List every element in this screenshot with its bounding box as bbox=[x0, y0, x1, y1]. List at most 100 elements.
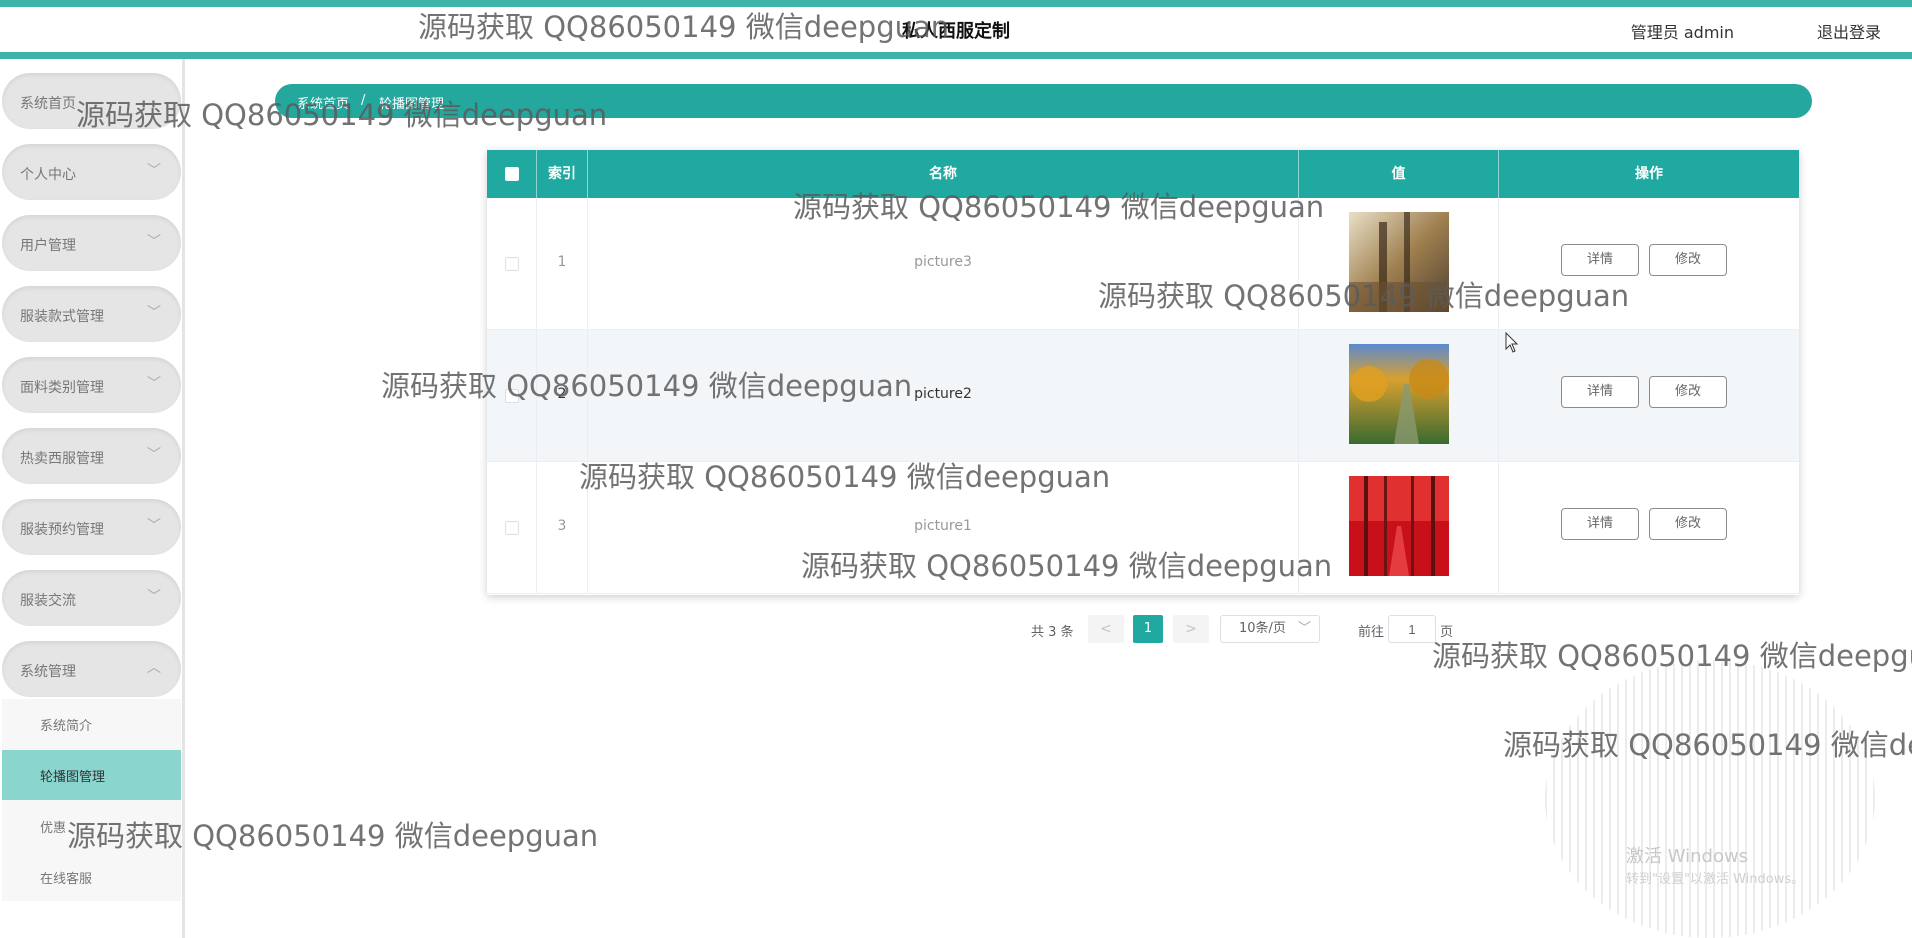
table-row: 1 picture3 详情 修改 bbox=[487, 198, 1799, 330]
header-accent-strip bbox=[0, 52, 1912, 59]
sidebar-item-fabric-management[interactable]: 面料类别管理 ﹀ bbox=[2, 357, 181, 413]
detail-button[interactable]: 详情 bbox=[1561, 376, 1639, 408]
value-cell bbox=[1299, 198, 1499, 330]
row-checkbox[interactable] bbox=[505, 389, 519, 403]
sidebar-item-system-management[interactable]: 系统管理 ︿ bbox=[2, 641, 181, 697]
edit-button[interactable]: 修改 bbox=[1649, 508, 1727, 540]
pagination-page-1[interactable]: 1 bbox=[1133, 615, 1163, 643]
index-text: 2 bbox=[557, 386, 567, 402]
value-cell bbox=[1299, 330, 1499, 462]
sidebar-item-user-management[interactable]: 用户管理 ﹀ bbox=[2, 215, 181, 271]
sidebar-item-style-management[interactable]: 服装款式管理 ﹀ bbox=[2, 286, 181, 342]
sidebar-subitem-label: 在线客服 bbox=[40, 872, 93, 887]
windows-activation-subtitle: 转到"设置"以激活 Windows。 bbox=[1626, 872, 1805, 887]
table-row: 2 picture2 详情 修改 bbox=[487, 330, 1799, 462]
page-size-value: 10条/页 bbox=[1239, 621, 1286, 636]
goto-label: 前往 bbox=[1358, 625, 1385, 640]
sidebar-subitem-label: 轮播图管理 bbox=[40, 770, 106, 785]
sidebar-item-label: 用户管理 bbox=[20, 238, 76, 254]
table-row: 3 picture1 详情 修改 bbox=[487, 462, 1799, 594]
admin-label: 管理员 admin bbox=[1630, 23, 1734, 42]
chevron-up-icon: ︿ bbox=[147, 660, 161, 676]
carousel-thumbnail bbox=[1349, 476, 1449, 576]
detail-button[interactable]: 详情 bbox=[1561, 508, 1639, 540]
column-header-actions: 操作 bbox=[1635, 166, 1663, 182]
row-select-cell bbox=[487, 462, 537, 594]
carousel-table: 索引 名称 值 操作 1 picture3 详情 修改 2 picture2 详… bbox=[487, 150, 1799, 595]
actions-cell: 详情 修改 bbox=[1499, 198, 1799, 330]
chevron-down-icon: ﹀ bbox=[147, 163, 161, 179]
sidebar-item-personal-center[interactable]: 个人中心 ﹀ bbox=[2, 144, 181, 200]
chevron-down-icon: ﹀ bbox=[147, 518, 161, 534]
index-text: 1 bbox=[557, 254, 567, 270]
site-title: 私人西服定制 bbox=[902, 21, 1010, 42]
carousel-thumbnail bbox=[1349, 344, 1449, 444]
sidebar: 系统首页 个人中心 ﹀ 用户管理 ﹀ 服装款式管理 ﹀ 面料类别管理 ﹀ 热卖西… bbox=[0, 59, 185, 938]
value-cell bbox=[1299, 462, 1499, 594]
detail-button[interactable]: 详情 bbox=[1561, 244, 1639, 276]
pagination-next-button[interactable]: > bbox=[1173, 615, 1209, 643]
breadcrumb: 系统首页 / 轮播图管理 bbox=[275, 84, 1812, 118]
sidebar-item-label: 服装款式管理 bbox=[20, 309, 104, 325]
index-text: 3 bbox=[557, 518, 567, 534]
name-text: picture2 bbox=[914, 386, 972, 402]
breadcrumb-current: 轮播图管理 bbox=[379, 97, 445, 112]
sidebar-item-home[interactable]: 系统首页 bbox=[2, 73, 181, 129]
sidebar-item-label: 个人中心 bbox=[20, 167, 76, 183]
select-all-cell bbox=[487, 150, 537, 198]
chevron-down-icon: ﹀ bbox=[147, 376, 161, 392]
sidebar-item-exchange[interactable]: 服装交流 ﹀ bbox=[2, 570, 181, 626]
pagination-total: 共 3 条 bbox=[1031, 625, 1074, 640]
index-cell: 2 bbox=[537, 330, 588, 462]
header: 私人西服定制 管理员 admin 退出登录 bbox=[0, 7, 1912, 52]
decorative-stripe-circle bbox=[1545, 660, 1875, 938]
sidebar-subitem-online-service[interactable]: 在线客服 bbox=[2, 852, 181, 902]
chevron-down-icon: ﹀ bbox=[147, 447, 161, 463]
breadcrumb-home[interactable]: 系统首页 bbox=[297, 93, 349, 112]
sidebar-item-hot-suits[interactable]: 热卖西服管理 ﹀ bbox=[2, 428, 181, 484]
sidebar-item-label: 服装预约管理 bbox=[20, 522, 104, 538]
page-unit-label: 页 bbox=[1440, 625, 1454, 640]
carousel-thumbnail bbox=[1349, 212, 1449, 312]
index-cell: 1 bbox=[537, 198, 588, 330]
row-select-cell bbox=[487, 198, 537, 330]
chevron-down-icon: ﹀ bbox=[147, 305, 161, 321]
column-header-name: 名称 bbox=[588, 150, 1299, 198]
sidebar-subitem-intro[interactable]: 系统简介 bbox=[2, 699, 181, 749]
sidebar-subitem-carousel[interactable]: 轮播图管理 bbox=[2, 750, 181, 800]
sidebar-item-label: 系统管理 bbox=[20, 664, 76, 680]
name-cell: picture2 bbox=[588, 330, 1299, 462]
sidebar-item-label: 热卖西服管理 bbox=[20, 451, 104, 467]
table-header: 索引 名称 值 操作 bbox=[487, 150, 1799, 198]
column-header-value: 值 bbox=[1299, 150, 1499, 198]
select-all-checkbox[interactable] bbox=[505, 167, 519, 181]
row-select-cell bbox=[487, 330, 537, 462]
name-text: picture3 bbox=[914, 254, 972, 270]
sidebar-item-label: 服装交流 bbox=[20, 593, 76, 609]
sidebar-subitem-label: 系统简介 bbox=[40, 719, 93, 734]
logout-link[interactable]: 退出登录 bbox=[1817, 19, 1881, 43]
sidebar-subitem-label: 优惠 bbox=[40, 821, 67, 836]
row-checkbox[interactable] bbox=[505, 521, 519, 535]
mouse-cursor-icon bbox=[1505, 332, 1519, 353]
row-checkbox[interactable] bbox=[505, 257, 519, 271]
sidebar-item-label: 系统首页 bbox=[20, 96, 76, 112]
page-size-select[interactable]: 10条/页 ﹀ bbox=[1220, 615, 1320, 643]
name-cell: picture1 bbox=[588, 462, 1299, 594]
top-accent-strip bbox=[0, 0, 1912, 7]
edit-button[interactable]: 修改 bbox=[1649, 244, 1727, 276]
column-header-index: 索引 bbox=[537, 150, 588, 198]
edit-button[interactable]: 修改 bbox=[1649, 376, 1727, 408]
sidebar-item-label: 面料类别管理 bbox=[20, 380, 104, 396]
actions-cell: 详情 修改 bbox=[1499, 330, 1799, 462]
chevron-down-icon: ﹀ bbox=[147, 234, 161, 250]
sidebar-subitem-discount[interactable]: 优惠 bbox=[2, 801, 181, 851]
chevron-down-icon: ﹀ bbox=[1297, 621, 1311, 636]
name-text: picture1 bbox=[914, 518, 972, 534]
actions-cell: 详情 修改 bbox=[1499, 462, 1799, 594]
submenu-system: 系统简介 轮播图管理 优惠 在线客服 bbox=[2, 699, 181, 901]
sidebar-item-reservation[interactable]: 服装预约管理 ﹀ bbox=[2, 499, 181, 555]
pagination-prev-button[interactable]: < bbox=[1088, 615, 1124, 643]
breadcrumb-separator: / bbox=[361, 93, 366, 108]
goto-page-input[interactable] bbox=[1388, 615, 1436, 643]
